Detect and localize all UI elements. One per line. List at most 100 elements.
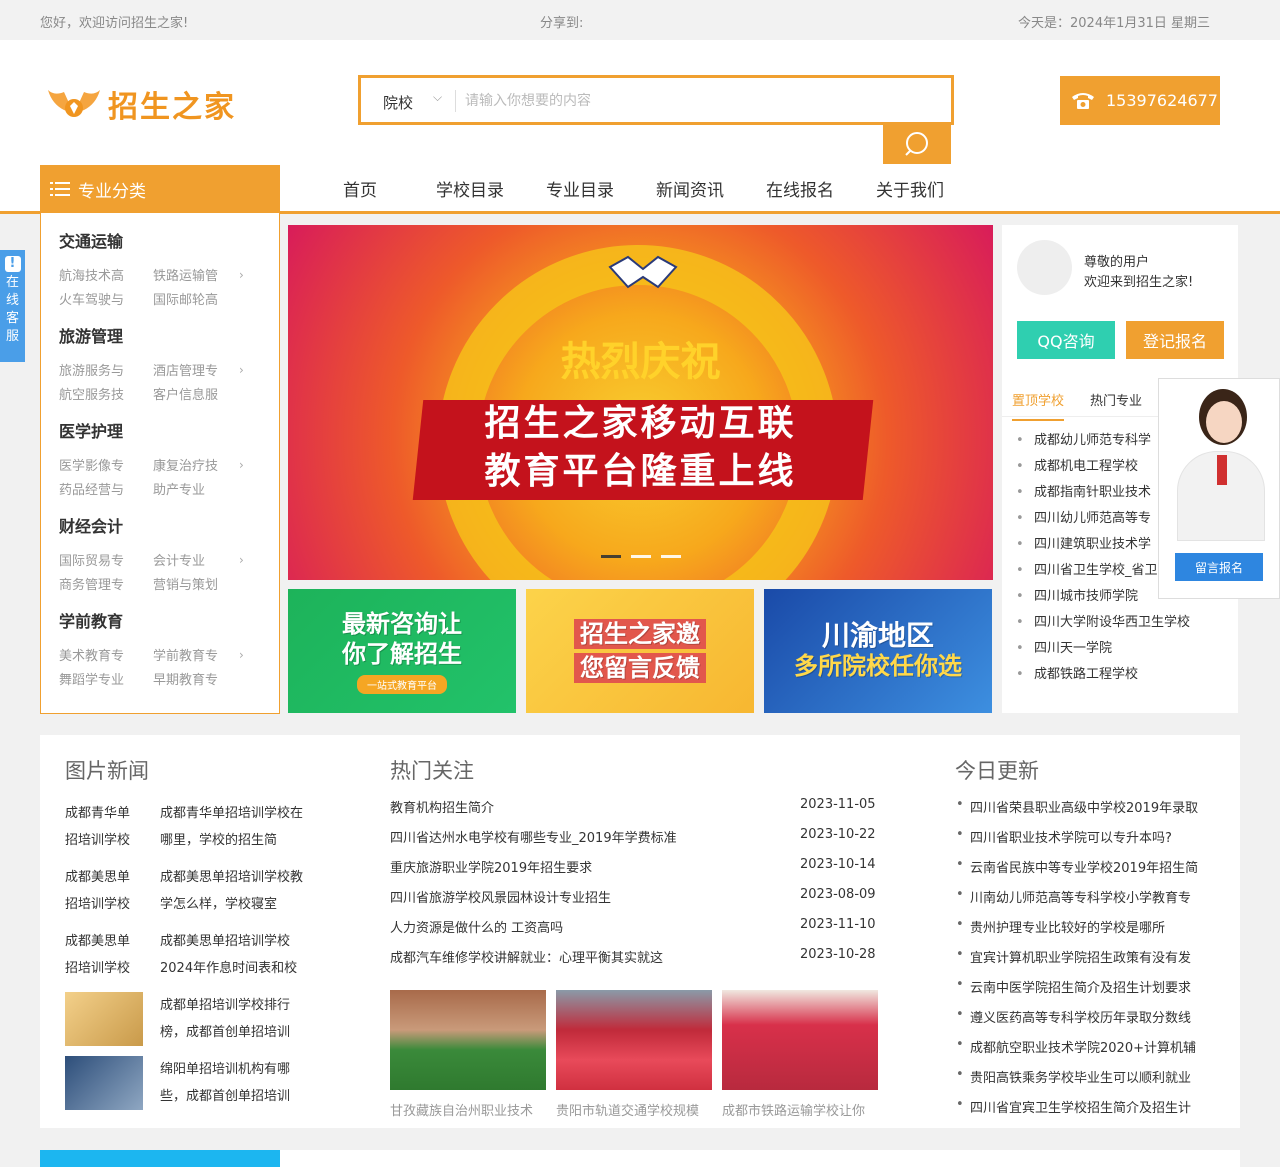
category-link[interactable]: 航海技术高 [59, 265, 124, 284]
hot-news-link[interactable]: 四川省旅游学校风景园林设计专业招生 [390, 887, 611, 906]
hot-news-image[interactable] [722, 990, 878, 1090]
hot-news-date: 2023-11-10 [800, 917, 876, 932]
category-link[interactable]: 铁路运输管 [153, 265, 218, 284]
banner-line-1: 招生之家移动互联 [484, 403, 797, 444]
category-link[interactable]: 火车驾驶与 [59, 289, 124, 308]
hot-news-link[interactable]: 四川省达州水电学校有哪些专业_2019年学费标准 [390, 827, 677, 846]
phone-box[interactable]: 15397624677 [1060, 76, 1220, 125]
promo-tile[interactable]: 招生之家邀 您留言反馈 [526, 589, 754, 713]
photo-news-text[interactable]: 成都美思单招培训学校教 学怎么样，学校寝室 [160, 864, 303, 918]
hot-news-image[interactable] [556, 990, 712, 1090]
hot-news-link[interactable]: 教育机构招生简介 [390, 797, 494, 816]
nav-majors[interactable]: 专业目录 [525, 176, 635, 201]
category-group[interactable]: 学前教育 美术教育专 学前教育专 舞蹈学专业 早期教育专 › [59, 608, 244, 688]
category-link[interactable]: 早期教育专 [153, 669, 218, 688]
today-update-link[interactable]: 四川省职业技术学院可以专升本吗? [956, 827, 1172, 846]
list-item[interactable]: 成都铁路工程学校 [1016, 662, 1190, 688]
category-link[interactable]: 药品经营与 [59, 479, 124, 498]
photo-news-text[interactable]: 绵阳单招培训机构有哪 些，成都首创单招培训 [160, 1056, 290, 1110]
today-update-link[interactable]: 遵义医药高等专科学校历年录取分数线 [956, 1007, 1191, 1026]
category-title[interactable]: 财经会计 [59, 513, 123, 537]
category-link[interactable]: 会计专业 [153, 550, 205, 569]
category-link[interactable]: 酒店管理专 [153, 360, 218, 379]
photo-news-thumbnail[interactable] [65, 992, 143, 1046]
today-update-link[interactable]: 宜宾计算机职业学院招生政策有没有发 [956, 947, 1191, 966]
banner-dot[interactable] [601, 555, 621, 558]
today-update-link[interactable]: 云南省民族中等专业学校2019年招生简 [956, 857, 1198, 876]
tab-hot-majors[interactable]: 热门专业 [1090, 390, 1142, 409]
nav-schools[interactable]: 学校目录 [415, 176, 525, 201]
photo-news-thumbnail[interactable] [65, 1056, 143, 1110]
photo-news-item[interactable]: 成都美思单 招培训学校 [65, 928, 130, 982]
category-link[interactable]: 舞蹈学专业 [59, 669, 124, 688]
category-link[interactable]: 学前教育专 [153, 645, 218, 664]
category-title[interactable]: 旅游管理 [59, 323, 123, 347]
category-title[interactable]: 学前教育 [59, 608, 123, 632]
register-button[interactable]: 登记报名 [1126, 321, 1224, 359]
banner-dot[interactable] [661, 555, 681, 558]
category-link[interactable]: 营销与策划 [153, 574, 218, 593]
category-title[interactable]: 医学护理 [59, 418, 123, 442]
photo-news-item[interactable]: 成都美思单 招培训学校 [65, 864, 130, 918]
category-group[interactable]: 交通运输 航海技术高 铁路运输管 火车驾驶与 国际邮轮高 › [59, 228, 244, 308]
hot-news-date: 2023-08-09 [800, 887, 876, 902]
list-item[interactable]: 四川天一学院 [1016, 636, 1190, 662]
category-link[interactable]: 美术教育专 [59, 645, 124, 664]
category-link[interactable]: 助产专业 [153, 479, 205, 498]
list-item[interactable]: 四川大学附设华西卫生学校 [1016, 610, 1190, 636]
category-link[interactable]: 医学影像专 [59, 455, 124, 474]
today-update-link[interactable]: 成都航空职业技术学院2020+计算机辅 [956, 1037, 1196, 1056]
today-update-link[interactable]: 贵阳高铁乘务学校毕业生可以顺利就业 [956, 1067, 1191, 1086]
hot-news-caption[interactable]: 贵阳市轨道交通学校规模 [556, 1100, 712, 1119]
nav-apply[interactable]: 在线报名 [745, 176, 855, 201]
category-link[interactable]: 航空服务技 [59, 384, 124, 403]
category-link[interactable]: 国际贸易专 [59, 550, 124, 569]
chevron-down-icon[interactable]: ⌵ [433, 90, 442, 105]
hot-news-link[interactable]: 成都汽车维修学校讲解就业：心理平衡其实就这 [390, 947, 663, 966]
section-header [280, 1150, 1240, 1167]
category-group[interactable]: 医学护理 医学影像专 康复治疗技 药品经营与 助产专业 › [59, 418, 244, 498]
today-update-link[interactable]: 四川省宜宾卫生学校招生简介及招生计 [956, 1097, 1191, 1116]
qq-consult-button[interactable]: QQ咨询 [1017, 321, 1115, 359]
category-group[interactable]: 旅游管理 旅游服务与 酒店管理专 航空服务技 客户信息服 › [59, 323, 244, 403]
hot-news-caption[interactable]: 成都市铁路运输学校让你 [722, 1100, 878, 1119]
search-button[interactable] [883, 122, 951, 164]
category-title[interactable]: 交通运输 [59, 228, 123, 252]
today-update-link[interactable]: 云南中医学院招生简介及招生计划要求 [956, 977, 1191, 996]
banner-dot[interactable] [631, 555, 651, 558]
hot-news-image[interactable] [390, 990, 546, 1090]
photo-news-text[interactable]: 成都青华单招培训学校在 哪里，学校的招生简 [160, 800, 303, 854]
category-link[interactable]: 商务管理专 [59, 574, 124, 593]
search-category-select[interactable]: 院校 [383, 92, 413, 113]
nav-news[interactable]: 新闻资讯 [635, 176, 745, 201]
share-label[interactable]: 分享到: [540, 12, 583, 31]
category-link[interactable]: 客户信息服 [153, 384, 218, 403]
hot-news-link[interactable]: 人力资源是做什么的 工资高吗 [390, 917, 563, 936]
hot-news-caption[interactable]: 甘孜藏族自治州职业技术 [390, 1100, 546, 1119]
tab-top-schools[interactable]: 置顶学校 [1012, 390, 1065, 421]
promo-tile[interactable]: 最新咨询让 你了解招生 一站式教育平台 [288, 589, 516, 713]
today-update-link[interactable]: 川南幼儿师范高等专科学校小学教育专 [956, 887, 1191, 906]
photo-news-text[interactable]: 成都美思单招培训学校 2024年作息时间表和校 [160, 928, 297, 982]
leave-message-button[interactable]: 留言报名 [1175, 553, 1263, 581]
category-button[interactable]: 专业分类 [40, 165, 280, 213]
category-group[interactable]: 财经会计 国际贸易专 会计专业 商务管理专 营销与策划 › [59, 513, 244, 593]
promo-line-1: 川渝地区 [821, 619, 934, 652]
nav-about[interactable]: 关于我们 [855, 176, 965, 201]
photo-news-item[interactable]: 成都青华单 招培训学校 [65, 800, 130, 854]
category-link[interactable]: 康复治疗技 [153, 455, 218, 474]
wings-logo-icon [48, 90, 100, 117]
category-link[interactable]: 国际邮轮高 [153, 289, 218, 308]
search-input[interactable] [465, 88, 935, 114]
nav-home[interactable]: 首页 [305, 176, 415, 201]
online-service-tab[interactable]: ! 在线客服 [0, 250, 25, 362]
today-update-link[interactable]: 四川省荣县职业高级中学校2019年录取 [956, 797, 1198, 816]
photo-news-text[interactable]: 成都单招培训学校排行 榜，成都首创单招培训 [160, 992, 290, 1046]
promo-tile[interactable]: 川渝地区 多所院校任你选 [764, 589, 992, 713]
today-update-link[interactable]: 贵州护理专业比较好的学校是哪所 [956, 917, 1165, 936]
hot-news-link[interactable]: 重庆旅游职业学院2019年招生要求 [390, 857, 592, 876]
user-greeting: 尊敬的用户 [1084, 255, 1150, 270]
hero-banner[interactable]: 热烈庆祝 招生之家移动互联 教育平台隆重上线 [288, 225, 993, 580]
category-link[interactable]: 旅游服务与 [59, 360, 124, 379]
logo[interactable]: 招生之家 [46, 82, 236, 126]
